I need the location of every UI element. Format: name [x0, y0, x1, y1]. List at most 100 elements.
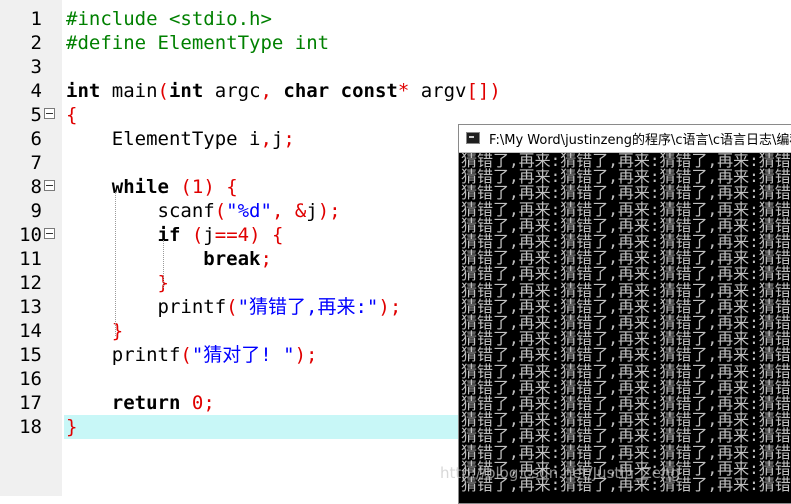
code-text: }: [66, 415, 77, 439]
code-token: (: [226, 296, 238, 318]
line-number: 17: [19, 392, 42, 414]
code-text: break;: [66, 247, 272, 271]
code-token: *: [397, 80, 410, 102]
code-token: ) {: [203, 176, 238, 198]
console-output: 猜错了,再来:猜错了,再来:猜错了,再来:猜错了,再来:猜错了,再来:猜错了,再…: [459, 153, 791, 503]
code-text: printf("猜错了,再来:");: [66, 295, 402, 319]
code-token: #define ElementType int: [66, 32, 330, 54]
code-text: #define ElementType int: [66, 31, 329, 55]
console-app-icon: [466, 132, 480, 144]
code-token: 1: [191, 176, 204, 198]
console-title-bar[interactable]: F:\My Word\justinzeng的程序\c语言\c语言日志\编程日: [459, 125, 791, 153]
code-token: "猜错了,再来:": [237, 296, 379, 318]
fold-toggle-icon[interactable]: [44, 228, 55, 239]
line-number: 3: [30, 56, 42, 78]
code-token: (: [180, 344, 192, 366]
line-number: 1: [30, 8, 42, 30]
indent-guide: [115, 192, 116, 336]
code-token: ElementType i: [66, 128, 261, 150]
code-token: ;: [283, 128, 295, 150]
code-token: printf: [66, 296, 227, 318]
code-token: scanf: [66, 200, 215, 222]
code-token: int: [66, 80, 101, 102]
line-number: 16: [19, 368, 42, 390]
line-number: 12: [19, 272, 42, 294]
code-text: while (1) {: [66, 175, 238, 199]
code-token: }: [66, 416, 78, 438]
indent-guide: [163, 240, 164, 288]
console-title-text: F:\My Word\justinzeng的程序\c语言\c语言日志\编程日: [489, 133, 791, 148]
code-text: ElementType i,j;: [66, 127, 295, 151]
code-token: }: [66, 272, 169, 294]
code-token: , &: [271, 200, 307, 222]
console-window[interactable]: F:\My Word\justinzeng的程序\c语言\c语言日志\编程日 猜…: [458, 124, 791, 504]
code-token: j: [203, 224, 215, 246]
code-token: );: [378, 296, 402, 318]
code-text: #include <stdio.h>: [66, 7, 272, 31]
code-token: const: [340, 80, 398, 102]
code-token: break: [203, 248, 261, 270]
code-token: ,: [260, 80, 284, 102]
code-token: []): [466, 80, 501, 102]
code-line[interactable]: 4 int main(int argc, char const* argv[]): [0, 79, 791, 103]
code-token: #include <stdio.h>: [66, 8, 272, 30]
line-number: 11: [19, 248, 42, 270]
line-number: 18: [19, 416, 42, 438]
code-token: ,: [260, 128, 272, 150]
code-text: {: [66, 103, 77, 127]
line-number: 6: [30, 128, 42, 150]
line-number: 5: [30, 104, 42, 126]
line-number: 9: [30, 200, 42, 222]
code-text: int main(int argc, char const* argv[]): [66, 79, 501, 103]
line-number: 14: [19, 320, 42, 342]
code-token: );: [317, 200, 341, 222]
code-text: if (j==4) {: [66, 223, 284, 247]
fold-toggle-icon[interactable]: [44, 108, 55, 119]
code-token: int: [168, 80, 204, 102]
code-token: j: [271, 128, 284, 150]
line-number: 10: [19, 224, 42, 246]
code-token: (: [214, 200, 227, 222]
line-number: 2: [30, 32, 42, 54]
code-token: "%d": [226, 200, 272, 222]
code-token: 0: [191, 392, 204, 414]
line-number: 15: [19, 344, 42, 366]
fold-toggle-icon[interactable]: [44, 180, 55, 191]
code-text: printf("猜对了! ");: [66, 343, 318, 367]
code-token: ) {: [249, 224, 284, 246]
line-number: 7: [30, 152, 42, 174]
code-line[interactable]: 1 #include <stdio.h>: [0, 7, 791, 31]
line-number: 4: [30, 80, 42, 102]
line-number: 13: [19, 296, 42, 318]
code-token: argv: [409, 80, 467, 102]
code-text: }: [66, 271, 169, 295]
line-number: 8: [30, 176, 42, 198]
code-line[interactable]: 2 #define ElementType int: [0, 31, 791, 55]
code-token: while: [111, 176, 169, 198]
code-token: j: [306, 200, 318, 222]
code-token: argc: [203, 80, 261, 102]
code-token: ==: [214, 224, 238, 246]
watermark-text: http://blog.csdn.net/Justin_Zeng: [440, 464, 680, 482]
code-token: (: [157, 80, 169, 102]
code-token: (: [180, 224, 204, 246]
code-token: return: [111, 392, 181, 414]
code-token: (: [168, 176, 192, 198]
code-token: main: [100, 80, 158, 102]
code-token: "猜对了! ": [191, 344, 295, 366]
code-text: return 0;: [66, 391, 215, 415]
code-token: if: [157, 224, 181, 246]
code-token: );: [294, 344, 318, 366]
code-token: ;: [260, 248, 272, 270]
code-token: printf: [66, 344, 181, 366]
code-line[interactable]: 3: [0, 55, 791, 79]
code-text: scanf("%d", &j);: [66, 199, 341, 223]
code-token: 4: [237, 224, 250, 246]
code-token: ;: [203, 392, 215, 414]
